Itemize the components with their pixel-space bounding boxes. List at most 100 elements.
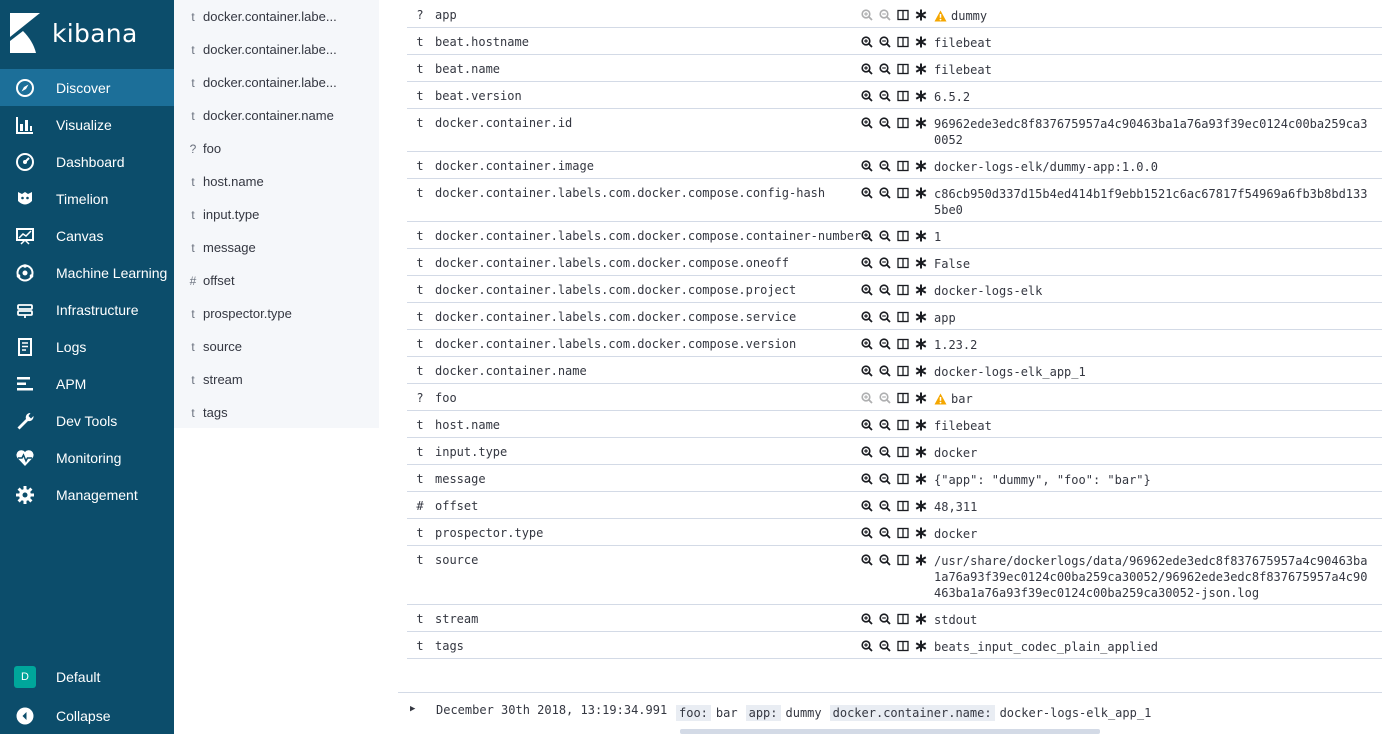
filter-out-value-icon[interactable]	[876, 445, 894, 459]
filter-out-value-icon[interactable]	[876, 8, 894, 22]
filter-exists-icon[interactable]	[912, 391, 930, 405]
field-list-item[interactable]: t input.type	[174, 198, 379, 231]
filter-out-value-icon[interactable]	[876, 337, 894, 351]
filter-out-value-icon[interactable]	[876, 526, 894, 540]
toggle-column-icon[interactable]	[894, 612, 912, 626]
filter-out-value-icon[interactable]	[876, 186, 894, 200]
toggle-column-icon[interactable]	[894, 8, 912, 22]
filter-for-value-icon[interactable]	[858, 472, 876, 486]
field-list-item[interactable]: t docker.container.labe...	[174, 33, 379, 66]
filter-out-value-icon[interactable]	[876, 256, 894, 270]
field-list-item[interactable]: t prospector.type	[174, 297, 379, 330]
filter-exists-icon[interactable]	[912, 229, 930, 243]
toggle-column-icon[interactable]	[894, 186, 912, 200]
field-list-item[interactable]: # offset	[174, 264, 379, 297]
field-list-item[interactable]: t docker.container.labe...	[174, 66, 379, 99]
filter-exists-icon[interactable]	[912, 89, 930, 103]
filter-out-value-icon[interactable]	[876, 116, 894, 130]
nav-item-monitoring[interactable]: Monitoring	[0, 439, 174, 476]
toggle-column-icon[interactable]	[894, 283, 912, 297]
filter-out-value-icon[interactable]	[876, 35, 894, 49]
filter-for-value-icon[interactable]	[858, 526, 876, 540]
filter-exists-icon[interactable]	[912, 445, 930, 459]
filter-out-value-icon[interactable]	[876, 418, 894, 432]
filter-exists-icon[interactable]	[912, 310, 930, 324]
filter-for-value-icon[interactable]	[858, 256, 876, 270]
toggle-column-icon[interactable]	[894, 35, 912, 49]
filter-for-value-icon[interactable]	[858, 89, 876, 103]
filter-exists-icon[interactable]	[912, 364, 930, 378]
filter-exists-icon[interactable]	[912, 499, 930, 513]
field-list-item[interactable]: t host.name	[174, 165, 379, 198]
filter-for-value-icon[interactable]	[858, 229, 876, 243]
nav-item-dashboard[interactable]: Dashboard	[0, 143, 174, 180]
filter-out-value-icon[interactable]	[876, 229, 894, 243]
filter-for-value-icon[interactable]	[858, 499, 876, 513]
filter-exists-icon[interactable]	[912, 639, 930, 653]
filter-exists-icon[interactable]	[912, 553, 930, 567]
filter-out-value-icon[interactable]	[876, 639, 894, 653]
field-list-item[interactable]: t docker.container.name	[174, 99, 379, 132]
toggle-column-icon[interactable]	[894, 89, 912, 103]
filter-for-value-icon[interactable]	[858, 283, 876, 297]
filter-for-value-icon[interactable]	[858, 186, 876, 200]
filter-for-value-icon[interactable]	[858, 612, 876, 626]
space-selector[interactable]: D Default	[0, 658, 174, 695]
filter-out-value-icon[interactable]	[876, 472, 894, 486]
filter-for-value-icon[interactable]	[858, 445, 876, 459]
filter-for-value-icon[interactable]	[858, 337, 876, 351]
filter-out-value-icon[interactable]	[876, 62, 894, 76]
filter-exists-icon[interactable]	[912, 526, 930, 540]
toggle-column-icon[interactable]	[894, 472, 912, 486]
filter-for-value-icon[interactable]	[858, 35, 876, 49]
filter-out-value-icon[interactable]	[876, 391, 894, 405]
nav-item-discover[interactable]: Discover	[0, 69, 174, 106]
filter-out-value-icon[interactable]	[876, 499, 894, 513]
filter-out-value-icon[interactable]	[876, 310, 894, 324]
collapse-button[interactable]: Collapse	[0, 697, 174, 734]
filter-exists-icon[interactable]	[912, 116, 930, 130]
filter-for-value-icon[interactable]	[858, 418, 876, 432]
filter-exists-icon[interactable]	[912, 283, 930, 297]
filter-for-value-icon[interactable]	[858, 391, 876, 405]
filter-out-value-icon[interactable]	[876, 159, 894, 173]
field-list-item[interactable]: t tags	[174, 396, 379, 429]
nav-item-management[interactable]: Management	[0, 476, 174, 513]
toggle-column-icon[interactable]	[894, 62, 912, 76]
toggle-column-icon[interactable]	[894, 116, 912, 130]
toggle-column-icon[interactable]	[894, 499, 912, 513]
filter-out-value-icon[interactable]	[876, 283, 894, 297]
nav-item-apm[interactable]: APM	[0, 365, 174, 402]
toggle-column-icon[interactable]	[894, 229, 912, 243]
filter-out-value-icon[interactable]	[876, 612, 894, 626]
filter-exists-icon[interactable]	[912, 186, 930, 200]
filter-exists-icon[interactable]	[912, 418, 930, 432]
filter-for-value-icon[interactable]	[858, 639, 876, 653]
filter-out-value-icon[interactable]	[876, 553, 894, 567]
toggle-column-icon[interactable]	[894, 337, 912, 351]
filter-for-value-icon[interactable]	[858, 553, 876, 567]
field-list-item[interactable]: t source	[174, 330, 379, 363]
filter-exists-icon[interactable]	[912, 337, 930, 351]
nav-item-canvas[interactable]: Canvas	[0, 217, 174, 254]
filter-for-value-icon[interactable]	[858, 116, 876, 130]
field-list-item[interactable]: t docker.container.labe...	[174, 0, 379, 33]
filter-out-value-icon[interactable]	[876, 364, 894, 378]
filter-for-value-icon[interactable]	[858, 310, 876, 324]
nav-item-visualize[interactable]: Visualize	[0, 106, 174, 143]
filter-exists-icon[interactable]	[912, 62, 930, 76]
nav-item-logs[interactable]: Logs	[0, 328, 174, 365]
filter-for-value-icon[interactable]	[858, 364, 876, 378]
toggle-column-icon[interactable]	[894, 364, 912, 378]
toggle-column-icon[interactable]	[894, 639, 912, 653]
toggle-column-icon[interactable]	[894, 256, 912, 270]
toggle-column-icon[interactable]	[894, 445, 912, 459]
kibana-logo[interactable]: kibana	[10, 12, 138, 54]
filter-for-value-icon[interactable]	[858, 62, 876, 76]
filter-for-value-icon[interactable]	[858, 159, 876, 173]
filter-exists-icon[interactable]	[912, 256, 930, 270]
toggle-column-icon[interactable]	[894, 553, 912, 567]
nav-item-dev-tools[interactable]: Dev Tools	[0, 402, 174, 439]
horizontal-scrollbar[interactable]	[680, 729, 1100, 734]
filter-out-value-icon[interactable]	[876, 89, 894, 103]
